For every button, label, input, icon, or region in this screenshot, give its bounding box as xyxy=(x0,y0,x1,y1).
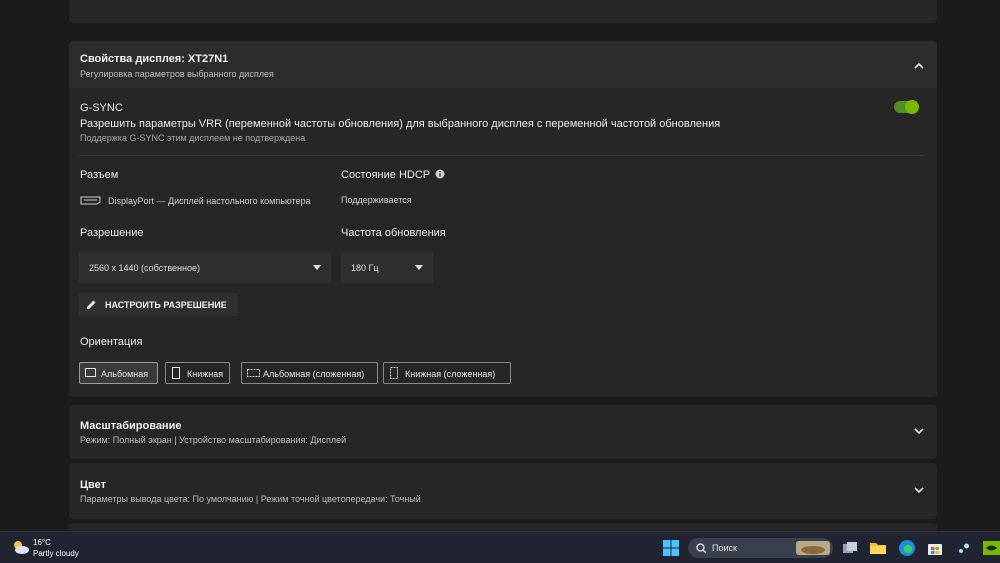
color-subtitle: Параметры вывода цвета: По умолчанию | Р… xyxy=(80,494,421,504)
previous-section-card xyxy=(69,0,937,23)
resolution-dropdown[interactable]: 2560 x 1440 (собственное) xyxy=(79,252,331,283)
scaling-subtitle: Режим: Полный экран | Устройство масштаб… xyxy=(80,435,347,445)
nvidia-icon[interactable] xyxy=(983,539,1000,557)
edge-icon[interactable] xyxy=(898,539,916,557)
connector-value: DisplayPort — Дисплей настольного компью… xyxy=(108,196,311,206)
resolution-label: Разрешение xyxy=(80,227,144,239)
pencil-icon xyxy=(87,300,96,309)
portrait-flipped-icon xyxy=(390,367,398,379)
resolution-value: 2560 x 1440 (собственное) xyxy=(89,263,200,273)
chevron-up-icon[interactable] xyxy=(912,59,926,73)
task-view-icon[interactable] xyxy=(841,539,859,557)
display-properties-card: Свойства дисплея: XT27N1 Регулировка пар… xyxy=(69,41,937,397)
search-highlight-image xyxy=(796,541,830,555)
landscape-flipped-icon xyxy=(247,369,260,377)
caret-down-icon xyxy=(415,265,423,270)
search-icon xyxy=(696,543,707,554)
orientation-portrait-button[interactable]: Книжная xyxy=(165,362,230,384)
weather-text[interactable]: Partly cloudy xyxy=(33,549,79,558)
hdcp-value: Поддерживается xyxy=(341,195,412,205)
refresh-value: 180 Гц xyxy=(351,263,379,273)
store-icon[interactable] xyxy=(926,539,944,557)
configure-resolution-label: НАСТРОИТЬ РАЗРЕШЕНИЕ xyxy=(105,300,227,310)
windows-start-icon[interactable] xyxy=(662,539,680,557)
weather-temp[interactable]: 16°C xyxy=(33,538,51,547)
hdcp-label: Состояние HDCP xyxy=(341,169,431,181)
gsync-description: Разрешить параметры VRR (переменной част… xyxy=(80,118,721,130)
file-explorer-icon[interactable] xyxy=(869,539,887,557)
steam-icon[interactable] xyxy=(955,539,973,557)
landscape-icon xyxy=(85,368,96,377)
caret-down-icon xyxy=(313,265,321,270)
search-placeholder: Поиск xyxy=(712,543,737,553)
orientation-label: Ориентация xyxy=(80,336,143,348)
displayport-icon xyxy=(80,196,101,205)
connector-label: Разъем xyxy=(80,169,119,181)
color-card[interactable]: Цвет Параметры вывода цвета: По умолчани… xyxy=(69,463,937,519)
gsync-toggle-knob xyxy=(905,100,919,114)
scaling-card[interactable]: Масштабирование Режим: Полный экран | Ус… xyxy=(69,405,937,459)
portrait-icon xyxy=(172,367,180,379)
gsync-toggle[interactable] xyxy=(894,100,919,114)
chevron-down-icon[interactable] xyxy=(912,483,926,497)
scaling-title: Масштабирование xyxy=(80,420,182,432)
orientation-portrait-flipped-button[interactable]: Книжная (сложенная) xyxy=(383,362,511,384)
info-icon[interactable] xyxy=(435,169,445,179)
gsync-note: Поддержка G-SYNC этим дисплеем не подтве… xyxy=(80,133,306,143)
weather-partly-cloudy-icon[interactable] xyxy=(10,537,30,557)
orientation-landscape-flipped-button[interactable]: Альбомная (сложенная) xyxy=(241,362,378,384)
configure-resolution-button[interactable]: НАСТРОИТЬ РАЗРЕШЕНИЕ xyxy=(79,293,238,316)
orientation-option-label: Альбомная (сложенная) xyxy=(263,369,365,379)
refresh-label: Частота обновления xyxy=(341,227,446,239)
refresh-dropdown[interactable]: 180 Гц xyxy=(341,252,433,283)
display-properties-title: Свойства дисплея: XT27N1 xyxy=(80,53,229,65)
gsync-title: G-SYNC xyxy=(80,102,123,114)
chevron-down-icon[interactable] xyxy=(912,424,926,438)
orientation-option-label: Книжная (сложенная) xyxy=(405,369,496,379)
orientation-option-label: Книжная xyxy=(187,369,224,379)
next-section-card xyxy=(69,523,937,531)
taskbar-search[interactable]: Поиск xyxy=(688,538,833,558)
orientation-option-label: Альбомная xyxy=(101,369,149,379)
orientation-landscape-button[interactable]: Альбомная xyxy=(79,362,158,384)
nvidia-app-window: Свойства дисплея: XT27N1 Регулировка пар… xyxy=(0,0,1000,531)
taskbar: 16°C Partly cloudy Поиск xyxy=(0,531,1000,563)
color-title: Цвет xyxy=(80,479,107,491)
display-properties-header[interactable]: Свойства дисплея: XT27N1 Регулировка пар… xyxy=(69,41,937,88)
divider xyxy=(79,155,924,156)
display-properties-subtitle: Регулировка параметров выбранного диспле… xyxy=(80,69,274,79)
